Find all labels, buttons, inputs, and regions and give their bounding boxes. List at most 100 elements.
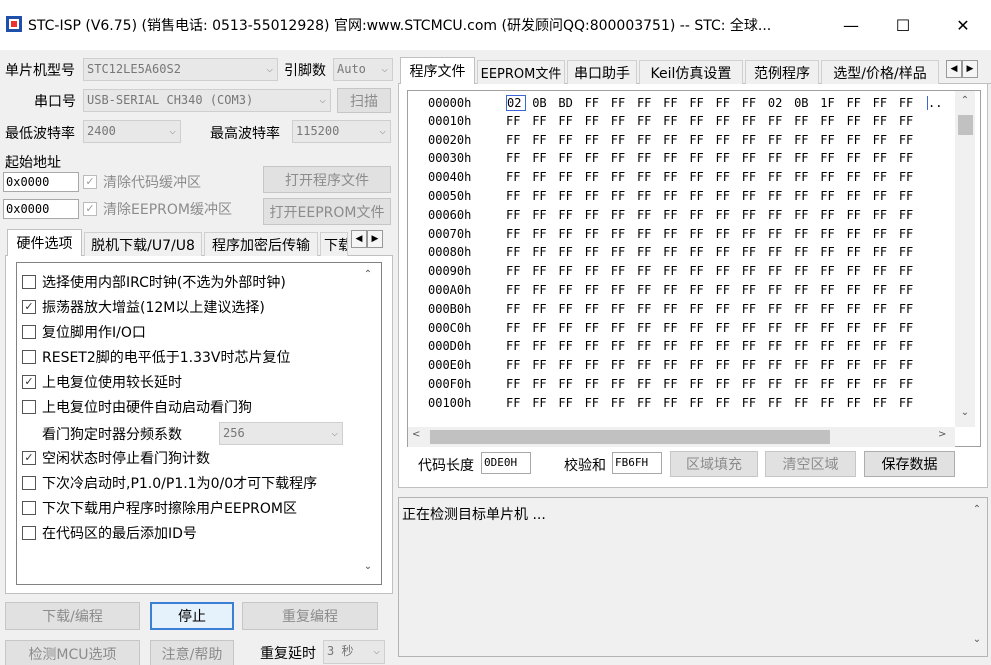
hex-byte[interactable]: FF — [794, 227, 820, 241]
hex-byte[interactable]: FF — [689, 339, 715, 353]
hex-byte[interactable]: FF — [742, 321, 768, 335]
stop-button[interactable]: 停止 — [150, 602, 234, 630]
hex-byte[interactable]: FF — [558, 339, 584, 353]
clear-eeprom-buffer-checkbox[interactable]: ✓ 清除EEPROM缓冲区 — [83, 198, 232, 220]
hex-byte[interactable]: FF — [820, 396, 846, 410]
tab-program-file[interactable]: 程序文件 — [400, 57, 475, 84]
hex-byte[interactable]: FF — [611, 302, 637, 316]
hex-byte[interactable]: FF — [768, 208, 794, 222]
hex-byte[interactable]: FF — [846, 189, 872, 203]
hex-byte[interactable]: FF — [532, 358, 558, 372]
hex-byte[interactable]: FF — [585, 377, 611, 391]
hex-byte[interactable]: FF — [794, 245, 820, 259]
hex-byte[interactable]: FF — [768, 264, 794, 278]
hex-byte[interactable]: FF — [506, 114, 532, 128]
hex-byte[interactable]: FF — [663, 133, 689, 147]
watchdog-prescaler-select[interactable]: 256 ⌵ — [219, 422, 343, 445]
hex-byte[interactable]: FF — [873, 151, 899, 165]
hardware-option-checkbox[interactable]: ✓ 上电复位使用较长延时 — [22, 371, 182, 393]
hex-byte[interactable]: FF — [611, 208, 637, 222]
hex-byte[interactable]: FF — [716, 96, 742, 110]
scroll-down-icon[interactable]: ⌄ — [967, 634, 987, 645]
scroll-up-icon[interactable]: ⌃ — [955, 95, 975, 106]
tab-serial-assistant[interactable]: 串口助手 — [567, 60, 637, 84]
hex-byte[interactable]: FF — [558, 358, 584, 372]
hex-byte[interactable]: FF — [585, 96, 611, 110]
hex-row[interactable]: 00010h FF FF FF FF FF FF FF FF FF FF FF FF FF FF FF FF — [428, 114, 925, 133]
hex-byte[interactable]: FF — [768, 321, 794, 335]
hex-byte[interactable]: FF — [532, 133, 558, 147]
hex-byte[interactable]: FF — [637, 302, 663, 316]
hex-byte[interactable]: FF — [899, 339, 925, 353]
hex-byte[interactable]: FF — [558, 321, 584, 335]
hex-byte[interactable]: FF — [846, 208, 872, 222]
hex-vertical-scrollbar[interactable]: ⌃ ⌄ — [955, 91, 975, 427]
hex-byte[interactable]: FF — [846, 283, 872, 297]
hex-byte[interactable]: FF — [742, 339, 768, 353]
hex-byte[interactable]: FF — [637, 358, 663, 372]
hex-byte[interactable]: FF — [899, 358, 925, 372]
hex-byte[interactable]: FF — [689, 264, 715, 278]
hex-byte[interactable]: FF — [899, 114, 925, 128]
hex-byte[interactable]: FF — [532, 321, 558, 335]
save-data-button[interactable]: 保存数据 — [864, 451, 955, 477]
hex-byte[interactable]: FF — [689, 227, 715, 241]
hex-byte[interactable]: FF — [846, 245, 872, 259]
hex-byte[interactable]: FF — [689, 170, 715, 184]
hex-byte[interactable]: FF — [768, 302, 794, 316]
horizontal-scroll-thumb[interactable] — [430, 430, 830, 444]
hex-byte[interactable]: FF — [794, 358, 820, 372]
hex-byte[interactable]: FF — [899, 264, 925, 278]
hex-byte[interactable]: FF — [506, 245, 532, 259]
hex-byte[interactable]: FF — [663, 151, 689, 165]
hex-byte[interactable]: FF — [663, 339, 689, 353]
tab-keil-simulation[interactable]: Keil仿真设置 — [639, 60, 743, 84]
hex-byte[interactable]: FF — [899, 208, 925, 222]
hex-byte[interactable]: FF — [611, 396, 637, 410]
hex-byte[interactable]: FF — [506, 339, 532, 353]
hex-byte[interactable]: FF — [873, 114, 899, 128]
hex-byte[interactable]: FF — [873, 170, 899, 184]
hex-row[interactable]: 00100h FF FF FF FF FF FF FF FF FF FF FF FF FF FF FF FF — [428, 396, 925, 415]
hex-byte[interactable]: FF — [532, 283, 558, 297]
hex-byte[interactable]: FF — [794, 302, 820, 316]
hex-row[interactable]: 000D0h FF FF FF FF FF FF FF FF FF FF FF FF FF FF FF FF — [428, 339, 925, 358]
scroll-down-icon[interactable]: ⌄ — [955, 407, 975, 418]
hex-byte[interactable]: FF — [532, 377, 558, 391]
hex-byte[interactable]: FF — [585, 189, 611, 203]
hex-byte[interactable]: FF — [846, 133, 872, 147]
hex-byte[interactable]: FF — [611, 133, 637, 147]
hex-byte[interactable]: FF — [873, 208, 899, 222]
hex-byte[interactable]: FF — [742, 377, 768, 391]
hex-byte[interactable]: FF — [637, 283, 663, 297]
minimize-button[interactable]: — — [828, 0, 874, 50]
hex-byte[interactable]: FF — [637, 245, 663, 259]
hex-byte[interactable]: FF — [846, 377, 872, 391]
hex-byte[interactable]: FF — [820, 133, 846, 147]
hex-byte[interactable]: FF — [611, 245, 637, 259]
hex-byte[interactable]: FF — [585, 133, 611, 147]
hex-byte[interactable]: FF — [820, 208, 846, 222]
hardware-option-checkbox[interactable]: 上电复位时由硬件自动启动看门狗 — [22, 396, 252, 418]
max-baud-select[interactable]: 115200 ⌵ — [292, 120, 391, 143]
hex-byte[interactable]: FF — [637, 114, 663, 128]
hex-byte[interactable]: FF — [637, 151, 663, 165]
hex-byte[interactable]: FF — [506, 377, 532, 391]
hardware-option-checkbox[interactable]: 在代码区的最后添加ID号 — [22, 522, 197, 544]
hex-byte[interactable]: FF — [506, 189, 532, 203]
hex-byte[interactable]: FF — [611, 358, 637, 372]
hex-byte[interactable]: FF — [611, 227, 637, 241]
hex-byte[interactable]: FF — [558, 114, 584, 128]
hex-editor[interactable]: 00000h 02 0B BD FF FF FF FF FF FF FF 02 0B 1F FF FF FF..… — [407, 90, 981, 447]
hex-byte[interactable]: FF — [585, 302, 611, 316]
hex-byte[interactable]: FF — [506, 227, 532, 241]
tab-download-partial[interactable]: 下载 — [320, 232, 348, 256]
hex-byte[interactable]: FF — [768, 189, 794, 203]
hex-byte[interactable]: FF — [846, 358, 872, 372]
scan-button[interactable]: 扫描 — [337, 88, 391, 113]
hex-byte[interactable]: FF — [846, 321, 872, 335]
hex-byte[interactable]: FF — [585, 396, 611, 410]
hex-byte[interactable]: FF — [873, 396, 899, 410]
hex-byte[interactable]: FF — [820, 264, 846, 278]
hex-byte[interactable]: FF — [768, 170, 794, 184]
